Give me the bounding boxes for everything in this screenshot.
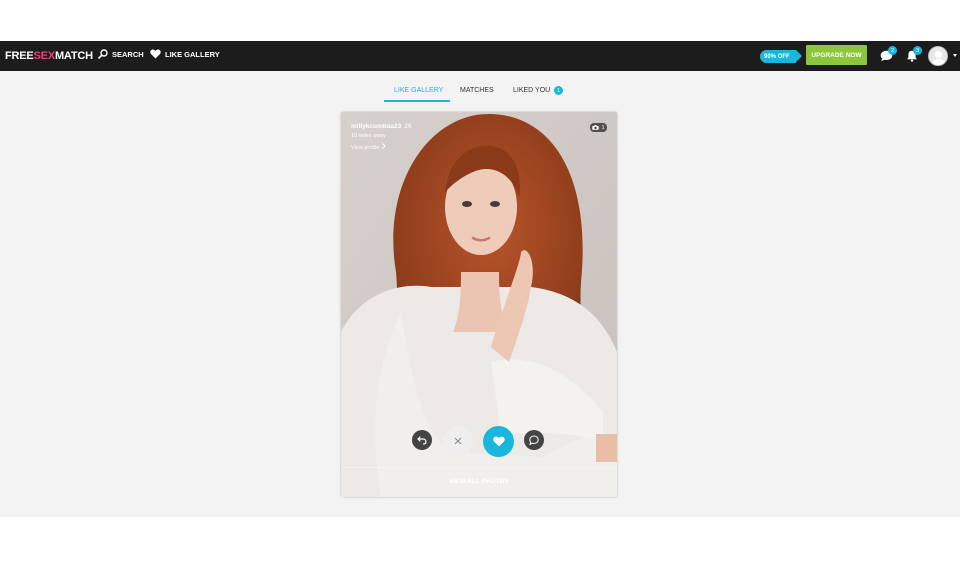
- view-profile-link[interactable]: View profile: [351, 143, 386, 151]
- messages-count-badge: 2: [888, 46, 897, 55]
- nav-like-gallery[interactable]: LIKE GALLERY: [150, 49, 220, 59]
- view-profile-label: View profile: [351, 145, 380, 151]
- upgrade-now-button[interactable]: UPGRADE NOW: [806, 45, 867, 65]
- logo-text-sex: SEX: [33, 50, 56, 62]
- view-all-photos-link[interactable]: VIEW ALL PHOTOS: [341, 478, 617, 485]
- chevron-right-icon: [381, 143, 386, 149]
- photo-count: 1: [601, 124, 605, 131]
- chat-bubble-icon: [529, 435, 539, 445]
- profile-card[interactable]: millykcumbaa23 26 10 miles away View prof…: [341, 112, 617, 497]
- liked-you-count-badge: 1: [554, 86, 563, 95]
- pass-button[interactable]: [443, 426, 473, 456]
- profile-age: 26: [404, 123, 412, 130]
- search-icon: [98, 49, 108, 59]
- logo-text-free: FREE: [5, 50, 34, 62]
- undo-icon: [417, 436, 427, 445]
- heart-icon: [150, 49, 161, 59]
- profile-username[interactable]: millykcumbaa23 26: [351, 123, 411, 130]
- discount-badge[interactable]: 90% OFF: [760, 50, 802, 63]
- undo-button[interactable]: [412, 430, 432, 450]
- logo-text-match: MATCH: [54, 50, 93, 62]
- profile-photo[interactable]: [341, 112, 617, 497]
- message-button[interactable]: [524, 430, 544, 450]
- photo-count-badge[interactable]: 1: [590, 123, 607, 132]
- tab-matches[interactable]: MATCHES: [460, 87, 494, 94]
- username-text: millykcumbaa23: [351, 123, 402, 130]
- card-divider: [341, 467, 617, 468]
- nav-search-label: SEARCH: [112, 49, 144, 59]
- site-logo[interactable]: FREESEXMATCH: [5, 50, 93, 62]
- notifications-count-badge: 3: [913, 46, 922, 55]
- tab-liked-you[interactable]: LIKED YOU: [513, 87, 550, 94]
- like-button[interactable]: [483, 426, 514, 457]
- profile-distance: 10 miles away: [351, 133, 386, 139]
- heart-icon: [492, 436, 505, 447]
- user-avatar[interactable]: [928, 46, 948, 66]
- nav-search[interactable]: SEARCH: [98, 49, 144, 59]
- chevron-down-icon[interactable]: [953, 54, 957, 57]
- close-icon: [454, 437, 462, 445]
- camera-icon: [592, 125, 600, 130]
- tab-like-gallery[interactable]: LIKE GALLERY: [394, 87, 443, 94]
- nav-like-gallery-label: LIKE GALLERY: [165, 49, 220, 59]
- active-tab-indicator: [384, 100, 450, 102]
